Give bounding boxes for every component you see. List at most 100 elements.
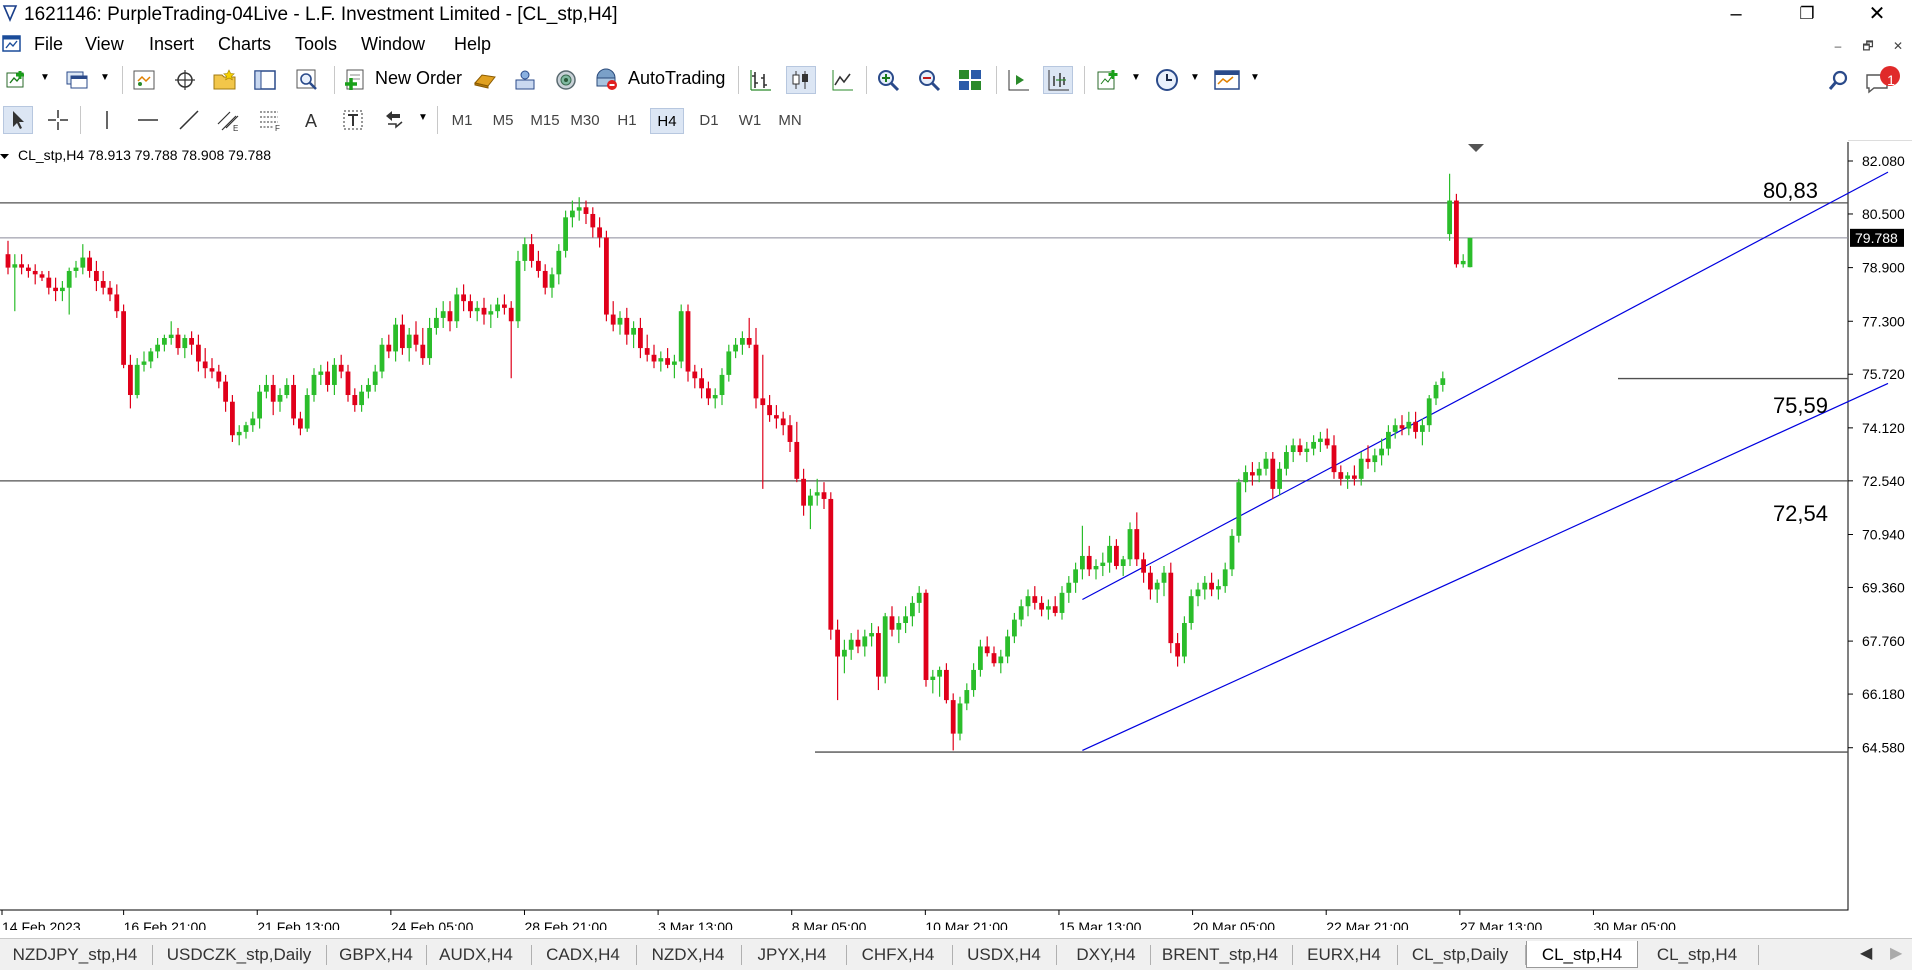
maximize-button[interactable]: ❐	[1778, 0, 1836, 28]
timeframe-d1[interactable]: D1	[692, 108, 726, 134]
y-axis-tick-label: 78.900	[1862, 260, 1905, 276]
indicators-dropdown-icon[interactable]: ▼	[1131, 72, 1141, 83]
tab-dxy-h4[interactable]: DXY,H4	[1058, 941, 1154, 968]
candle	[1454, 193, 1459, 268]
candle	[1168, 562, 1174, 654]
indicators-button[interactable]	[1093, 66, 1123, 94]
menu-window[interactable]: Window	[361, 34, 425, 55]
menu-view[interactable]: View	[85, 34, 124, 55]
market-watch-button[interactable]	[129, 66, 159, 94]
crosshair-tool-button[interactable]	[43, 106, 73, 134]
vps-button[interactable]	[551, 66, 581, 94]
tab-cl-h4-active[interactable]: CL_stp,H4	[1526, 941, 1638, 968]
cursor-tool-button[interactable]	[3, 106, 33, 134]
chart-window-icon[interactable]	[2, 34, 22, 54]
templates-button[interactable]	[1212, 66, 1242, 94]
strategy-tester-button[interactable]	[292, 66, 322, 94]
auto-scroll-icon	[1008, 70, 1029, 91]
signals-button[interactable]	[510, 66, 540, 94]
zoom-out-button[interactable]	[914, 66, 944, 94]
templates-dropdown-icon[interactable]: ▼	[1250, 72, 1260, 83]
menu-help[interactable]: Help	[454, 34, 491, 55]
timeframe-h1[interactable]: H1	[610, 108, 644, 134]
bar-chart-button[interactable]	[746, 66, 776, 94]
auto-scroll-button[interactable]	[1003, 66, 1033, 94]
timeframe-m5[interactable]: M5	[486, 108, 520, 134]
chart-minimize-button[interactable]: –	[1826, 35, 1850, 57]
y-axis-tick-label: 77.300	[1862, 313, 1905, 329]
tab-cl-daily[interactable]: CL_stp,Daily	[1399, 941, 1521, 968]
horizontal-line-tool-button[interactable]	[133, 106, 163, 134]
tab-cadx-h4[interactable]: CADX,H4	[533, 941, 633, 968]
candlestick-chart-button[interactable]	[786, 66, 816, 94]
chart-restore-button[interactable]: 🗗	[1856, 35, 1880, 57]
arrows-tool-button[interactable]	[380, 106, 410, 134]
y-axis-tick-label: 74.120	[1862, 420, 1905, 436]
zoom-in-button[interactable]	[873, 66, 903, 94]
periods-button[interactable]	[1152, 66, 1182, 94]
tab-usdx-h4[interactable]: USDX,H4	[954, 941, 1054, 968]
text-tool-button[interactable]: A	[297, 106, 327, 134]
new-order-button[interactable]: New Order	[375, 68, 462, 89]
periods-dropdown-icon[interactable]: ▼	[1190, 72, 1200, 83]
profiles-button[interactable]	[62, 66, 92, 94]
new-chart-dropdown-icon[interactable]: ▼	[40, 72, 50, 83]
search-button[interactable]	[1824, 66, 1854, 94]
autotrading-icon-wrap[interactable]	[592, 66, 622, 94]
x-axis-tick-label: 27 Mar 13:00	[1460, 919, 1543, 930]
menu-insert[interactable]: Insert	[149, 34, 194, 55]
autotrading-button[interactable]: AutoTrading	[628, 68, 725, 89]
trendline-tool-button[interactable]	[174, 106, 204, 134]
timeframe-m15[interactable]: M15	[526, 108, 564, 134]
arrows-dropdown-icon[interactable]: ▼	[418, 112, 428, 123]
close-button[interactable]: ✕	[1848, 0, 1906, 28]
equidistant-channel-tool-button[interactable]: E	[214, 106, 244, 134]
chart-window[interactable]: 82.080 80.500 78.900 77.300 75.720 74.120 72.5…	[0, 140, 1912, 930]
timeframe-w1[interactable]: W1	[733, 108, 767, 134]
candle	[1467, 237, 1473, 268]
fibonacci-tool-button[interactable]: F	[255, 106, 285, 134]
timeframe-m1[interactable]: M1	[445, 108, 479, 134]
arrows-icon	[386, 111, 403, 129]
minimize-button[interactable]: –	[1707, 0, 1765, 28]
timeframe-h4[interactable]: H4	[650, 108, 684, 134]
x-axis-tick-label: 16 Feb 21:00	[124, 919, 207, 930]
tab-nzdx-h4[interactable]: NZDX,H4	[638, 941, 738, 968]
tab-jpyx-h4[interactable]: JPYX,H4	[743, 941, 841, 968]
x-axis-tick-label: 8 Mar 05:00	[792, 919, 867, 930]
timeframe-m30[interactable]: M30	[566, 108, 604, 134]
data-window-button[interactable]	[250, 66, 280, 94]
menu-file[interactable]: File	[34, 34, 63, 55]
line-chart-button[interactable]	[827, 66, 857, 94]
navigator-button[interactable]	[170, 66, 200, 94]
zoom-in-icon	[878, 70, 900, 92]
price-chart[interactable]: 82.080 80.500 78.900 77.300 75.720 74.120 72.5…	[0, 140, 1912, 930]
candlestick-icon	[792, 71, 808, 89]
tile-windows-button[interactable]	[955, 66, 985, 94]
notifications-button[interactable]: 1	[1864, 66, 1904, 94]
new-order-button-icon-wrap[interactable]	[341, 66, 371, 94]
tab-brent-h4[interactable]: BRENT_stp,H4	[1152, 941, 1288, 968]
text-label-tool-button[interactable]	[338, 106, 368, 134]
tab-chfx-h4[interactable]: CHFX,H4	[848, 941, 948, 968]
tab-audx-h4[interactable]: AUDX,H4	[428, 941, 524, 968]
tab-eurx-h4[interactable]: EURX,H4	[1294, 941, 1394, 968]
x-axis-tick-label: 30 Mar 05:00	[1593, 919, 1676, 930]
chart-shift-button[interactable]	[1043, 66, 1073, 94]
profiles-dropdown-icon[interactable]: ▼	[100, 72, 110, 83]
one-click-trading-button[interactable]	[470, 66, 500, 94]
tab-gbpx-h4[interactable]: GBPX,H4	[328, 941, 424, 968]
tabs-scroll-left-button[interactable]: ◀	[1860, 943, 1872, 963]
window-title: 1621146: PurpleTrading-04Live - L.F. Inv…	[24, 4, 618, 25]
timeframe-mn[interactable]: MN	[773, 108, 807, 134]
favorites-button[interactable]	[210, 66, 240, 94]
menu-charts[interactable]: Charts	[218, 34, 271, 55]
tab-usdczk-daily[interactable]: USDCZK_stp,Daily	[154, 941, 324, 968]
tab-nzdjpy-h4[interactable]: NZDJPY_stp,H4	[0, 941, 150, 968]
chart-close-button[interactable]: ✕	[1886, 35, 1910, 57]
menu-tools[interactable]: Tools	[295, 34, 337, 55]
tabs-scroll-right-button[interactable]: ▶	[1890, 943, 1902, 963]
vertical-line-tool-button[interactable]	[92, 106, 122, 134]
tab-cl-h4[interactable]: CL_stp,H4	[1642, 941, 1752, 968]
new-chart-button[interactable]	[2, 66, 32, 94]
